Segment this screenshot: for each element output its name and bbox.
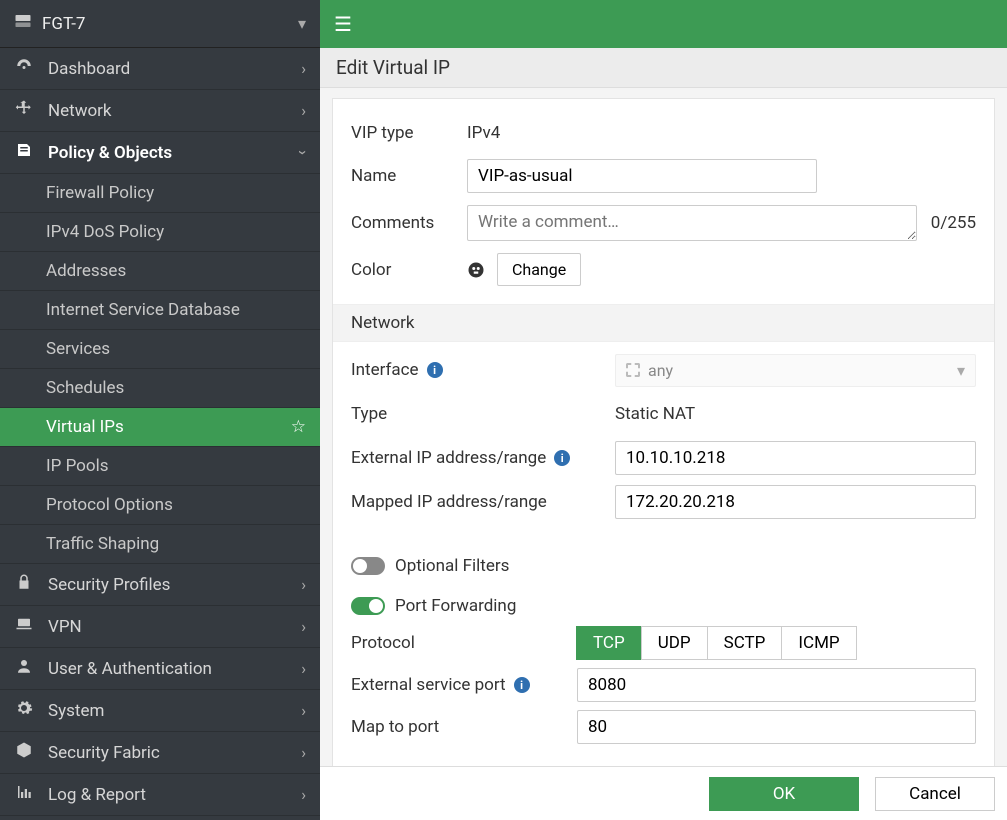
chevron-right-icon: › bbox=[301, 785, 306, 804]
external-port-label: External service porti bbox=[351, 675, 577, 695]
interface-label: Interfacei bbox=[351, 360, 615, 380]
ok-button[interactable]: OK bbox=[709, 777, 859, 811]
nav-addresses[interactable]: Addresses bbox=[0, 252, 320, 291]
footer: OK Cancel bbox=[320, 766, 1007, 820]
external-port-input[interactable] bbox=[577, 668, 976, 702]
network-section-title: Network bbox=[333, 304, 994, 342]
user-icon bbox=[14, 657, 34, 680]
type-value: Static NAT bbox=[615, 404, 695, 424]
nav-security-fabric[interactable]: Security Fabric › bbox=[0, 732, 320, 774]
info-icon[interactable]: i bbox=[427, 362, 443, 378]
nav-protocol-options[interactable]: Protocol Options bbox=[0, 486, 320, 525]
hamburger-icon[interactable]: ☰ bbox=[334, 12, 352, 36]
nav-security-profiles[interactable]: Security Profiles › bbox=[0, 564, 320, 606]
protocol-udp[interactable]: UDP bbox=[641, 626, 708, 660]
main: ☰ Edit Virtual IP VIP type IPv4 Name Com… bbox=[320, 0, 1007, 820]
gauge-icon bbox=[14, 57, 34, 80]
color-swatch-icon bbox=[467, 261, 485, 279]
protocol-icmp[interactable]: ICMP bbox=[781, 626, 856, 660]
nav-vpn[interactable]: VPN › bbox=[0, 606, 320, 648]
comments-label: Comments bbox=[351, 213, 467, 233]
laptop-icon bbox=[14, 615, 34, 638]
nav-system[interactable]: System › bbox=[0, 690, 320, 732]
type-label: Type bbox=[351, 404, 615, 424]
map-port-input[interactable] bbox=[577, 710, 976, 744]
chevron-right-icon: › bbox=[301, 617, 306, 636]
sidebar: FGT-7 ▾ Dashboard › Network › Policy & O… bbox=[0, 0, 320, 820]
comments-counter: 0/255 bbox=[931, 213, 976, 233]
vip-type-value: IPv4 bbox=[467, 123, 500, 143]
chevron-right-icon: › bbox=[301, 659, 306, 678]
nav-traffic-shaping[interactable]: Traffic Shaping bbox=[0, 525, 320, 564]
nav-isdb[interactable]: Internet Service Database bbox=[0, 291, 320, 330]
nav-log-report[interactable]: Log & Report › bbox=[0, 774, 320, 816]
chevron-right-icon: › bbox=[301, 575, 306, 594]
protocol-tcp[interactable]: TCP bbox=[576, 626, 642, 660]
port-forwarding-toggle[interactable] bbox=[351, 597, 385, 615]
protocol-group: TCP UDP SCTP ICMP bbox=[577, 626, 857, 660]
chevron-right-icon: › bbox=[301, 101, 306, 120]
nav-user-auth[interactable]: User & Authentication › bbox=[0, 648, 320, 690]
port-forwarding-section: Port Forwarding bbox=[333, 586, 994, 626]
chart-icon bbox=[14, 783, 34, 806]
name-label: Name bbox=[351, 166, 467, 186]
any-icon bbox=[626, 363, 640, 377]
color-label: Color bbox=[351, 260, 467, 280]
name-input[interactable] bbox=[467, 159, 817, 193]
topbar: ☰ bbox=[320, 0, 1007, 48]
nav-ip-pools[interactable]: IP Pools bbox=[0, 447, 320, 486]
optional-filters-section: Optional Filters bbox=[333, 546, 994, 586]
cancel-button[interactable]: Cancel bbox=[875, 777, 995, 811]
protocol-sctp[interactable]: SCTP bbox=[707, 626, 783, 660]
caret-down-icon: ▾ bbox=[957, 361, 965, 380]
mapped-ip-label: Mapped IP address/range bbox=[351, 492, 615, 512]
form-panel: VIP type IPv4 Name Comments 0/255 Color … bbox=[332, 98, 995, 766]
policy-icon bbox=[14, 141, 34, 164]
gear-icon bbox=[14, 699, 34, 722]
lock-icon bbox=[14, 573, 34, 596]
map-port-label: Map to port bbox=[351, 717, 577, 737]
caret-down-icon: ▾ bbox=[298, 14, 306, 33]
comments-input[interactable] bbox=[467, 205, 917, 241]
protocol-label: Protocol bbox=[351, 633, 577, 653]
external-ip-label: External IP address/rangei bbox=[351, 448, 615, 468]
chevron-right-icon: › bbox=[301, 701, 306, 720]
nav-network[interactable]: Network › bbox=[0, 90, 320, 132]
star-icon[interactable]: ☆ bbox=[291, 417, 306, 437]
fabric-icon bbox=[14, 741, 34, 764]
mapped-ip-input[interactable] bbox=[615, 485, 976, 519]
move-icon bbox=[14, 99, 34, 122]
device-name: FGT-7 bbox=[42, 14, 85, 34]
external-ip-input[interactable] bbox=[615, 441, 976, 475]
device-icon bbox=[14, 12, 32, 35]
content: VIP type IPv4 Name Comments 0/255 Color … bbox=[320, 88, 1007, 766]
device-selector[interactable]: FGT-7 ▾ bbox=[0, 0, 320, 48]
nav-services[interactable]: Services bbox=[0, 330, 320, 369]
chevron-right-icon: › bbox=[301, 743, 306, 762]
info-icon[interactable]: i bbox=[554, 450, 570, 466]
chevron-right-icon: › bbox=[301, 59, 306, 78]
change-color-button[interactable]: Change bbox=[497, 253, 581, 286]
nav-ipv4-dos-policy[interactable]: IPv4 DoS Policy bbox=[0, 213, 320, 252]
nav-schedules[interactable]: Schedules bbox=[0, 369, 320, 408]
optional-filters-toggle[interactable] bbox=[351, 557, 385, 575]
chevron-down-icon: › bbox=[294, 150, 313, 155]
page-title: Edit Virtual IP bbox=[320, 48, 1007, 88]
nav-firewall-policy[interactable]: Firewall Policy bbox=[0, 174, 320, 213]
nav-dashboard[interactable]: Dashboard › bbox=[0, 48, 320, 90]
interface-select[interactable]: any ▾ bbox=[615, 354, 976, 387]
nav-policy-objects[interactable]: Policy & Objects › bbox=[0, 132, 320, 174]
vip-type-label: VIP type bbox=[351, 123, 467, 143]
info-icon[interactable]: i bbox=[514, 677, 530, 693]
nav-virtual-ips[interactable]: Virtual IPs☆ bbox=[0, 408, 320, 447]
